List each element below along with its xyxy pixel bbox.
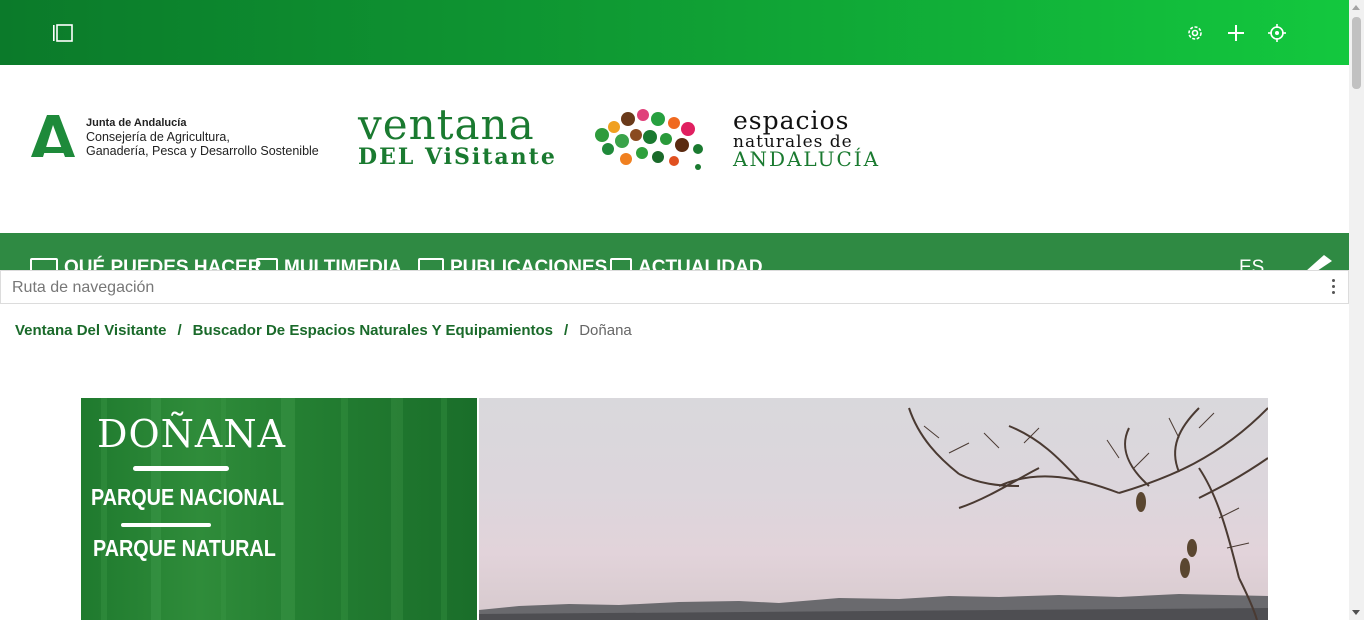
page: Junta de Andalucía Consejería de Agricul… <box>0 0 1364 620</box>
gear-icon[interactable] <box>1184 22 1206 44</box>
breadcrumb-separator: / <box>564 322 569 339</box>
more-vert-icon[interactable] <box>1330 279 1336 297</box>
route-bar-placeholder: Ruta de navegación <box>12 279 155 296</box>
ventana-subtitle: DEL ViSitante <box>358 144 557 170</box>
junta-dept-line1: Consejería de Agricultura, <box>86 130 230 144</box>
site-header: Junta de Andalucía Consejería de Agricul… <box>0 65 1349 233</box>
page-scrollbar[interactable] <box>1349 0 1364 620</box>
top-toolbar <box>0 0 1349 65</box>
hero-subtitle-1: PARQUE NACIONAL <box>91 484 285 510</box>
junta-name: Junta de Andalucía <box>86 117 187 129</box>
breadcrumb-separator: / <box>177 322 182 339</box>
ventana-logo[interactable]: ventana DEL ViSitante <box>358 100 557 170</box>
breadcrumb-current: Doñana <box>579 322 632 339</box>
espacios-logo[interactable]: espacios naturales de ANDALUCÍA <box>733 106 881 171</box>
plus-icon[interactable] <box>1225 22 1247 44</box>
main-menu: QUÉ PUEDES HACER MULTIMEDIA PUBLICACIONE… <box>0 233 1349 273</box>
hero-title-panel: DOÑANA PARQUE NACIONAL PARQUE NATURAL <box>81 398 477 620</box>
sidebar-toggle-icon[interactable] <box>52 24 74 42</box>
hero-photo <box>479 398 1268 620</box>
breadcrumb-link-ventana[interactable]: Ventana Del Visitante <box>15 322 166 339</box>
espacios-line3: ANDALUCÍA <box>733 147 881 171</box>
ventana-title: ventana <box>358 100 535 149</box>
species-mosaic-icon <box>595 109 703 170</box>
hero-title: DOÑANA <box>97 412 287 456</box>
junta-a-icon <box>31 115 75 157</box>
junta-dept-line2: Ganadería, Pesca y Desarrollo Sostenible <box>86 144 319 158</box>
scrollbar-thumb[interactable] <box>1352 17 1361 89</box>
hero-divider <box>121 523 211 527</box>
breadcrumb-link-buscador[interactable]: Buscador De Espacios Naturales Y Equipam… <box>193 322 553 339</box>
landscape-photo <box>479 407 1268 620</box>
junta-logo[interactable]: Junta de Andalucía Consejería de Agricul… <box>29 113 329 159</box>
hero-divider <box>133 466 229 471</box>
scroll-up-icon[interactable] <box>1352 5 1360 10</box>
crosshair-icon[interactable] <box>1266 22 1288 44</box>
hero-subtitle-2: PARQUE NATURAL <box>93 535 276 561</box>
scroll-down-icon[interactable] <box>1352 610 1360 615</box>
route-bar[interactable]: Ruta de navegación <box>0 270 1349 304</box>
breadcrumb: Ventana Del Visitante / Buscador De Espaci… <box>15 322 632 339</box>
espacios-line1: espacios <box>733 106 850 135</box>
